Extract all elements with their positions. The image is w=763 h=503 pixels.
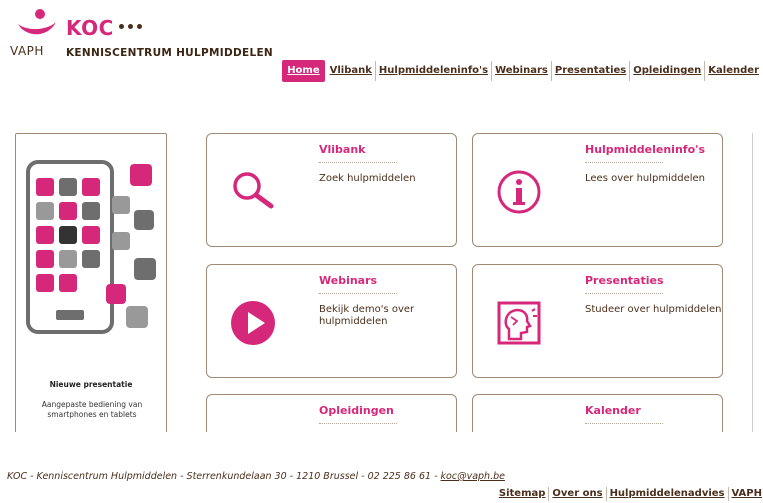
logo-dots (119, 24, 142, 29)
footer-link-over-ons[interactable]: Over ons (549, 487, 607, 501)
main-content: Nieuwe presentatie Aangepaste bediening … (0, 96, 763, 432)
info-icon (497, 170, 541, 214)
tile-kalender[interactable]: Kalender (472, 394, 723, 432)
play-icon (231, 301, 275, 345)
logo-koc: KOC (66, 16, 114, 40)
tile-title: Webinars (319, 274, 378, 287)
tile-webinars[interactable]: Webinars Bekijk demo's over hulpmiddelen (206, 264, 457, 378)
right-panel-edge (752, 133, 753, 432)
footer-address-text: KOC - Kenniscentrum Hulpmiddelen - Sterr… (7, 471, 441, 482)
magnifier-icon (233, 172, 274, 209)
tile-divider (319, 423, 397, 424)
promo-panel[interactable]: Nieuwe presentatie Aangepaste bediening … (15, 133, 167, 432)
nav-webinars[interactable]: Webinars (492, 61, 552, 81)
nav-presentaties[interactable]: Presentaties (552, 61, 631, 81)
footer-navigation: Sitemap Over ons Hulpmiddelenadvies VAPH (496, 487, 762, 501)
tile-divider (319, 162, 397, 163)
logo-figure-icon (18, 9, 56, 35)
head-profile-icon (497, 301, 541, 345)
tile-divider (585, 293, 663, 294)
footer-link-sitemap[interactable]: Sitemap (496, 487, 550, 501)
nav-home[interactable]: Home (282, 60, 325, 82)
logo-vaph: VAPH (10, 44, 44, 58)
nav-vlibank[interactable]: Vlibank (327, 61, 376, 81)
site-logo[interactable]: VAPH KOC KENNISCENTRUM HULPMIDDELEN (6, 6, 306, 59)
tile-divider (585, 162, 663, 163)
promo-text: Aangepaste bediening van smartphones en … (41, 400, 143, 419)
top-navigation: Home Vlibank Hulpmiddeleninfo's Webinars… (282, 60, 762, 82)
tile-title: Vlibank (319, 143, 366, 156)
tile-divider (319, 293, 397, 294)
tile-vlibank[interactable]: Vlibank Zoek hulpmiddelen (206, 133, 457, 247)
footer-email-link[interactable]: koc@vaph.be (441, 471, 505, 482)
tile-divider (585, 423, 663, 424)
tile-description: Studeer over hulpmiddelen (585, 304, 722, 315)
training-icon (229, 429, 277, 432)
nav-hulpmiddeleninfos[interactable]: Hulpmiddeleninfo's (376, 61, 493, 81)
tile-hulpmiddeleninfos[interactable]: Hulpmiddeleninfo's Lees over hulpmiddele… (472, 133, 723, 247)
tile-description: Zoek hulpmiddelen (319, 173, 416, 184)
nav-kalender[interactable]: Kalender (705, 61, 762, 81)
nav-opleidingen[interactable]: Opleidingen (630, 61, 706, 81)
footer-link-hulpmiddelenadvies[interactable]: Hulpmiddelenadvies (607, 487, 729, 501)
tile-presentaties[interactable]: Presentaties Studeer over hulpmiddelen (472, 264, 723, 378)
smartphone-apps-illustration (26, 160, 156, 334)
footer-link-vaph[interactable]: VAPH (729, 487, 763, 501)
tile-title: Opleidingen (319, 404, 394, 417)
footer-address: KOC - Kenniscentrum Hulpmiddelen - Sterr… (7, 471, 505, 482)
tile-title: Kalender (585, 404, 641, 417)
calendar-icon (495, 429, 543, 432)
logo-subtitle: KENNISCENTRUM HULPMIDDELEN (66, 47, 274, 59)
tile-opleidingen[interactable]: Opleidingen (206, 394, 457, 432)
tile-description: Bekijk demo's over hulpmiddelen (319, 304, 415, 327)
promo-title: Nieuwe presentatie (49, 380, 133, 389)
tile-title: Presentaties (585, 274, 664, 287)
tile-description: Lees over hulpmiddelen (585, 173, 706, 184)
tile-title: Hulpmiddeleninfo's (585, 143, 706, 156)
